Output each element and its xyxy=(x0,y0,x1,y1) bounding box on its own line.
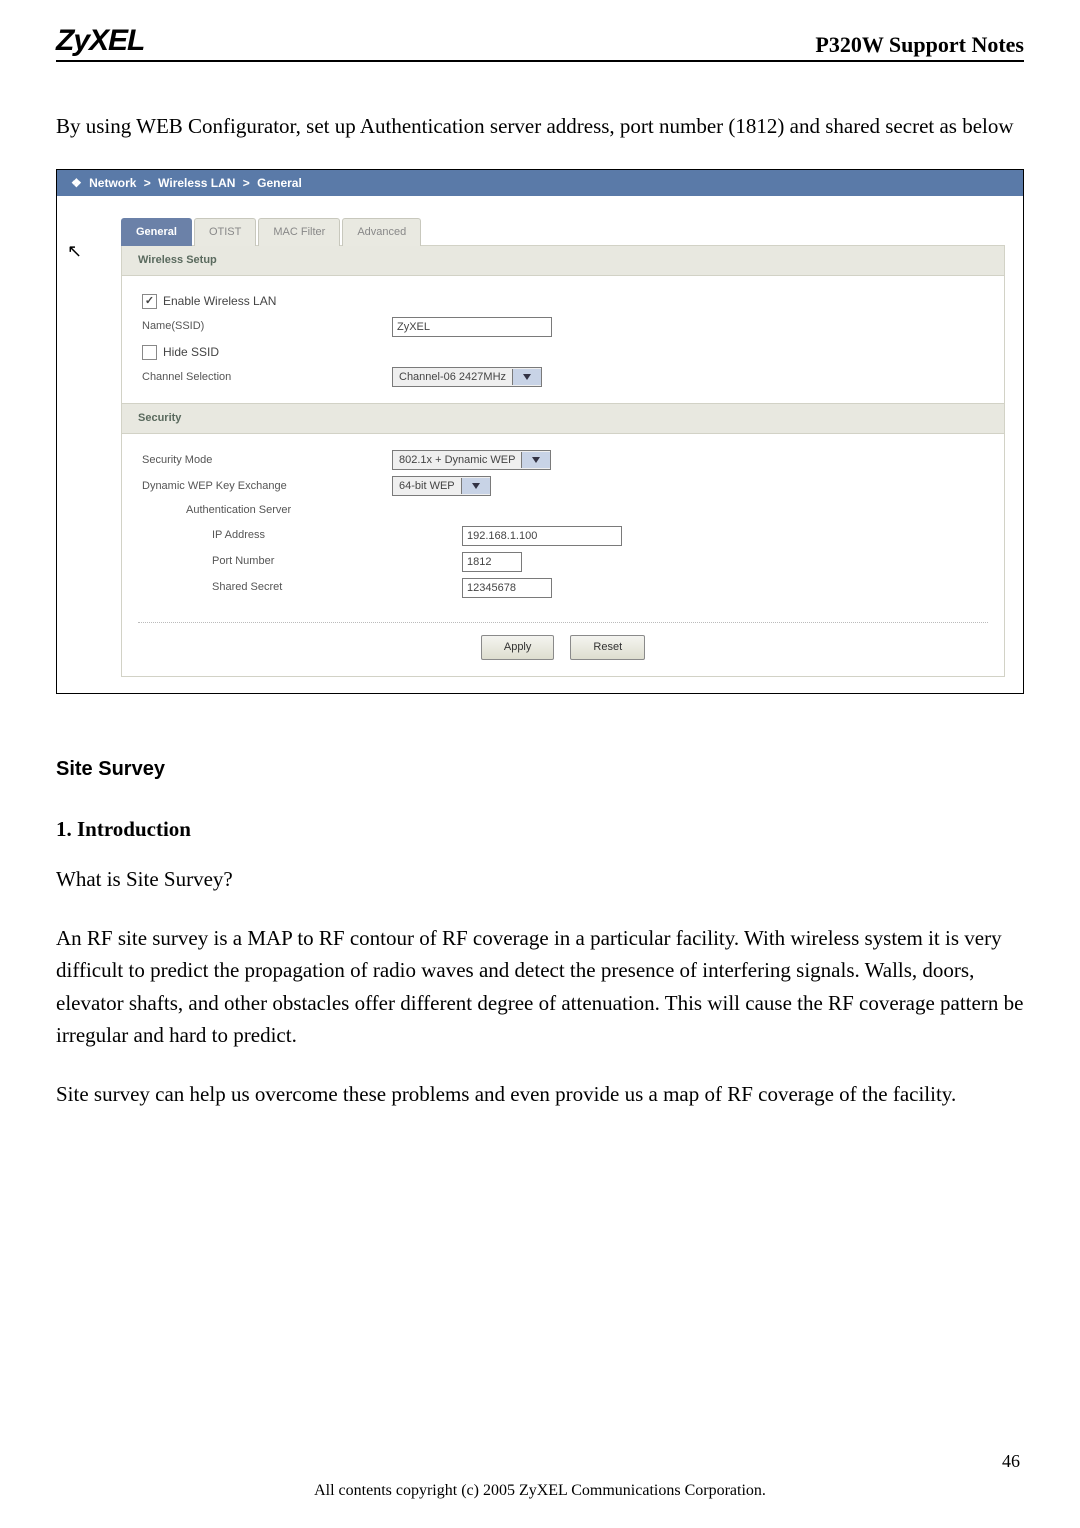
security-mode-select[interactable]: 802.1x + Dynamic WEP xyxy=(392,450,551,470)
cursor-icon: ↖ xyxy=(67,238,82,266)
button-row: Apply Reset xyxy=(138,622,988,676)
copyright-footer: All contents copyright (c) 2005 ZyXEL Co… xyxy=(0,1482,1080,1500)
ssid-input[interactable]: ZyXEL xyxy=(392,317,552,337)
page-header: ZyXEL P320W Support Notes xyxy=(56,24,1024,62)
port-number-input[interactable]: 1812 xyxy=(462,552,522,572)
breadcrumb: ❖ Network > Wireless LAN > General xyxy=(57,170,1023,197)
section-wireless-setup: Wireless Setup xyxy=(122,246,1004,276)
dynamic-wep-select[interactable]: 64-bit WEP xyxy=(392,476,491,496)
breadcrumb-1[interactable]: Wireless LAN xyxy=(158,176,235,190)
dynamic-wep-label: Dynamic WEP Key Exchange xyxy=(142,478,392,495)
port-number-label: Port Number xyxy=(142,553,462,570)
channel-value: Channel-06 2427MHz xyxy=(393,369,512,386)
introduction-heading: 1. Introduction xyxy=(56,813,1024,846)
channel-select[interactable]: Channel-06 2427MHz xyxy=(392,367,542,387)
enable-wlan-label: Enable Wireless LAN xyxy=(163,292,276,311)
breadcrumb-0[interactable]: Network xyxy=(89,176,136,190)
doc-title: P320W Support Notes xyxy=(815,32,1024,58)
site-survey-heading: Site Survey xyxy=(56,754,1024,785)
chevron-down-icon xyxy=(512,369,541,385)
chevron-down-icon xyxy=(461,478,490,494)
auth-server-heading: Authentication Server xyxy=(142,502,436,519)
breadcrumb-2[interactable]: General xyxy=(257,176,302,190)
config-screenshot: ❖ Network > Wireless LAN > General ↖ Gen… xyxy=(56,169,1024,694)
tab-general[interactable]: General xyxy=(121,218,192,246)
security-mode-label: Security Mode xyxy=(142,452,392,469)
shared-secret-label: Shared Secret xyxy=(142,579,462,596)
site-survey-p2: Site survey can help us overcome these p… xyxy=(56,1078,1024,1111)
tab-mac-filter[interactable]: MAC Filter xyxy=(258,218,340,246)
ip-address-label: IP Address xyxy=(142,527,462,544)
tab-otist[interactable]: OTIST xyxy=(194,218,256,246)
section-security: Security xyxy=(122,403,1004,434)
page-number: 46 xyxy=(1002,1451,1020,1472)
zyxel-logo: ZyXEL xyxy=(56,24,144,58)
tab-bar: General OTIST MAC Filter Advanced xyxy=(121,218,1005,246)
hide-ssid-checkbox[interactable] xyxy=(142,345,157,360)
hide-ssid-label: Hide SSID xyxy=(163,343,219,362)
security-mode-value: 802.1x + Dynamic WEP xyxy=(393,452,521,469)
breadcrumb-icon: ❖ xyxy=(71,176,82,190)
site-survey-p1: An RF site survey is a MAP to RF contour… xyxy=(56,922,1024,1052)
shared-secret-input[interactable]: 12345678 xyxy=(462,578,552,598)
settings-panel: Wireless Setup Enable Wireless LAN Name(… xyxy=(121,245,1005,676)
ssid-label: Name(SSID) xyxy=(142,318,392,335)
body: By using WEB Configurator, set up Authen… xyxy=(56,110,1024,1110)
intro-paragraph: By using WEB Configurator, set up Authen… xyxy=(56,110,1024,143)
dynamic-wep-value: 64-bit WEP xyxy=(393,478,461,495)
apply-button[interactable]: Apply xyxy=(481,635,555,660)
chevron-down-icon xyxy=(521,452,550,468)
tab-advanced[interactable]: Advanced xyxy=(342,218,421,246)
channel-label: Channel Selection xyxy=(142,369,392,386)
page: ZyXEL P320W Support Notes By using WEB C… xyxy=(0,0,1080,1528)
ip-address-input[interactable]: 192.168.1.100 xyxy=(462,526,622,546)
reset-button[interactable]: Reset xyxy=(570,635,645,660)
enable-wlan-checkbox[interactable] xyxy=(142,294,157,309)
what-is-site-survey: What is Site Survey? xyxy=(56,863,1024,896)
